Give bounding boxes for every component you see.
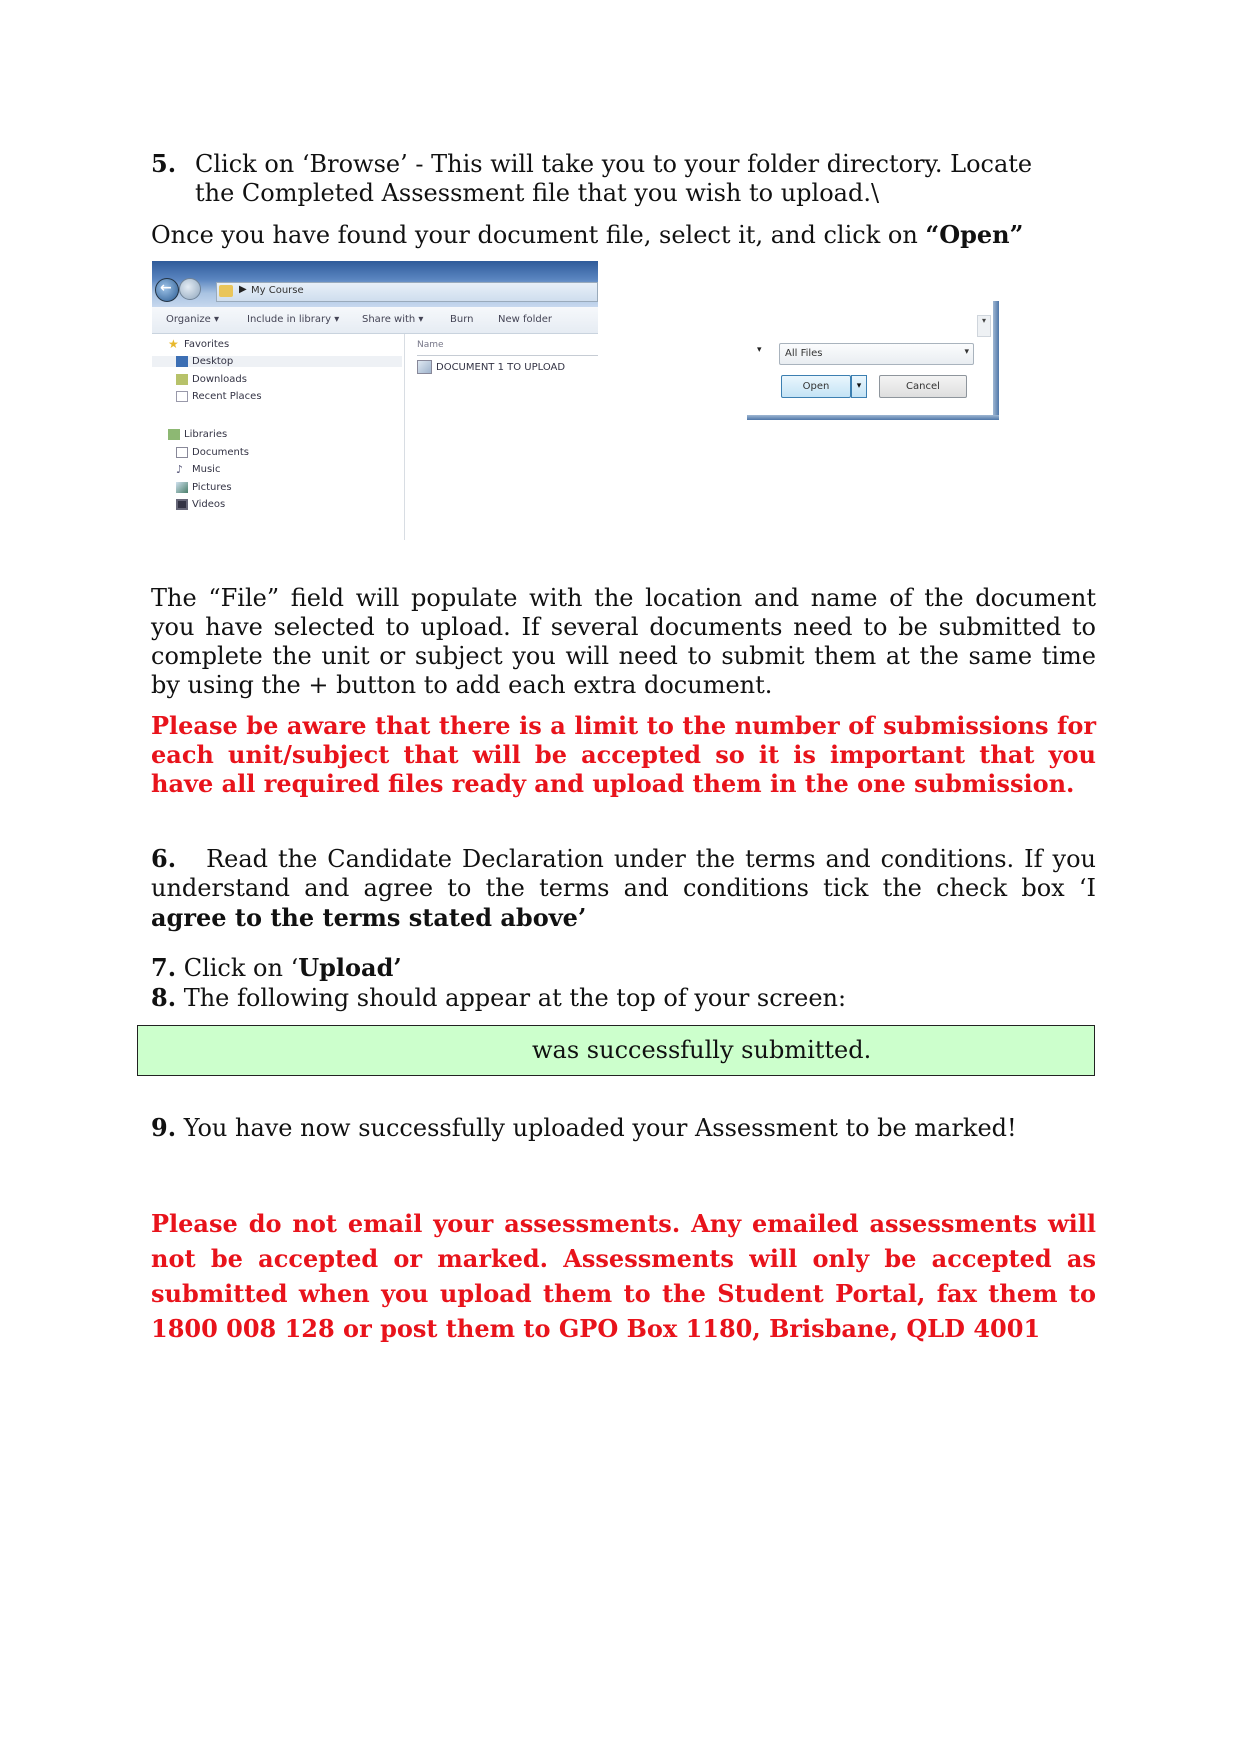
forward-icon <box>179 278 201 300</box>
file-type-value: All Files <box>785 348 823 359</box>
step-number: 7. <box>151 953 177 982</box>
chevron-down-icon: ▾ <box>964 347 969 357</box>
explorer-titlebar: ▶ My Course <box>152 261 598 307</box>
document-icon <box>417 360 432 374</box>
toolbar-burn: Burn <box>450 314 474 325</box>
file-name: DOCUMENT 1 TO UPLOAD <box>436 361 566 373</box>
explorer-file-list: Name DOCUMENT 1 TO UPLOAD <box>405 334 598 540</box>
step-text: Read the Candidate Declaration under the… <box>151 845 1097 902</box>
toolbar-new-folder: New folder <box>498 314 553 325</box>
nav-label: Recent Places <box>192 391 262 402</box>
nav-label: Videos <box>192 499 226 510</box>
success-message: was successfully submitted. <box>532 1036 872 1064</box>
back-icon <box>155 278 179 302</box>
step-9: 9. You have now successfully uploaded yo… <box>151 1113 1096 1143</box>
step-text: Click on ‘ <box>183 954 299 982</box>
file-type-select: All Files ▾ <box>779 343 974 365</box>
step-8: 8. The following should appear at the to… <box>151 983 1096 1013</box>
explorer-nav-pane: ★ Favorites Desktop Downloads Recent Plac… <box>152 334 405 540</box>
file-row: DOCUMENT 1 TO UPLOAD <box>417 360 565 374</box>
open-button: Open <box>781 375 851 398</box>
nav-label: Libraries <box>184 429 228 440</box>
nav-libraries: Libraries <box>168 429 227 440</box>
toolbar-include-in-library: Include in library ▾ <box>247 314 340 325</box>
nav-music: ♪ Music <box>176 464 220 475</box>
success-banner: was successfully submitted. <box>137 1025 1095 1076</box>
videos-icon <box>176 499 188 510</box>
star-icon: ★ <box>168 337 179 351</box>
step-text-line1: Click on ‘Browse’ - This will take you t… <box>195 150 1033 178</box>
address-bar: ▶ My Course <box>216 282 598 302</box>
step-number: 5. <box>151 149 177 178</box>
column-header-name: Name <box>417 340 444 350</box>
nav-pictures: Pictures <box>176 482 232 493</box>
open-instruction: Once you have found your document file, … <box>151 220 1096 250</box>
nav-label: Pictures <box>192 482 232 493</box>
step-7: 7. Click on ‘Upload’ <box>151 953 1096 983</box>
file-field-paragraph: The “File” field will populate with the … <box>151 584 1096 699</box>
nav-label: Desktop <box>192 356 234 367</box>
file-explorer-screenshot: ▶ My Course Organize ▾ Include in librar… <box>152 261 598 540</box>
open-dialog-screenshot: ▾ ▾ All Files ▾ Open ▾ Cancel <box>747 301 999 420</box>
breadcrumb-arrow-icon: ▶ <box>239 284 247 295</box>
dialog-border <box>993 301 999 420</box>
dropdown-arrow-icon: ▾ <box>757 345 762 355</box>
toolbar-share-with: Share with ▾ <box>362 314 424 325</box>
desktop-icon <box>176 356 188 367</box>
step-5: 5. Click on ‘Browse’ - This will take you… <box>151 149 1096 208</box>
dialog-border <box>747 415 999 420</box>
nav-label: Music <box>192 464 221 475</box>
no-email-warning: Please do not email your assessments. An… <box>151 1209 1096 1343</box>
step-text-line2: the Completed Assessment file that you w… <box>195 179 880 207</box>
nav-downloads: Downloads <box>176 374 247 385</box>
step-number: 6. <box>151 844 177 873</box>
step-text: The following should appear at the top o… <box>176 984 847 1012</box>
pictures-icon <box>176 482 188 493</box>
step-number: 8. <box>151 983 177 1012</box>
nav-documents: Documents <box>176 447 249 458</box>
downloads-icon <box>176 374 188 385</box>
nav-desktop: Desktop <box>152 356 402 367</box>
step-6: 6. Read the Candidate Declaration under … <box>151 844 1096 933</box>
cancel-button: Cancel <box>879 375 967 398</box>
nav-label: Favorites <box>184 339 230 350</box>
open-split-dropdown-icon: ▾ <box>851 375 867 398</box>
open-instruction-bold: “Open” <box>925 220 1024 249</box>
toolbar-organize: Organize ▾ <box>166 314 219 325</box>
address-path: My Course <box>251 285 304 296</box>
column-divider <box>417 355 598 356</box>
step-number: 9. <box>151 1113 177 1142</box>
step-text-bold: Upload’ <box>298 953 402 982</box>
music-icon: ♪ <box>176 463 184 476</box>
recent-places-icon <box>176 391 188 402</box>
scroll-down-icon: ▾ <box>977 315 991 337</box>
step-text: You have now successfully uploaded your … <box>176 1114 1017 1142</box>
explorer-toolbar: Organize ▾ Include in library ▾ Share wi… <box>152 307 598 334</box>
open-instruction-text: Once you have found your document file, … <box>151 221 926 249</box>
step-text-bold: agree to the terms stated above’ <box>151 903 587 932</box>
nav-favorites: ★ Favorites <box>168 337 230 351</box>
folder-icon <box>219 285 233 297</box>
nav-videos: Videos <box>176 499 225 510</box>
nav-label: Documents <box>192 447 250 458</box>
submission-limit-warning: Please be aware that there is a limit to… <box>151 711 1096 798</box>
nav-label: Downloads <box>192 374 247 385</box>
documents-icon <box>176 447 188 458</box>
libraries-icon <box>168 429 180 440</box>
nav-recent-places: Recent Places <box>176 391 262 402</box>
